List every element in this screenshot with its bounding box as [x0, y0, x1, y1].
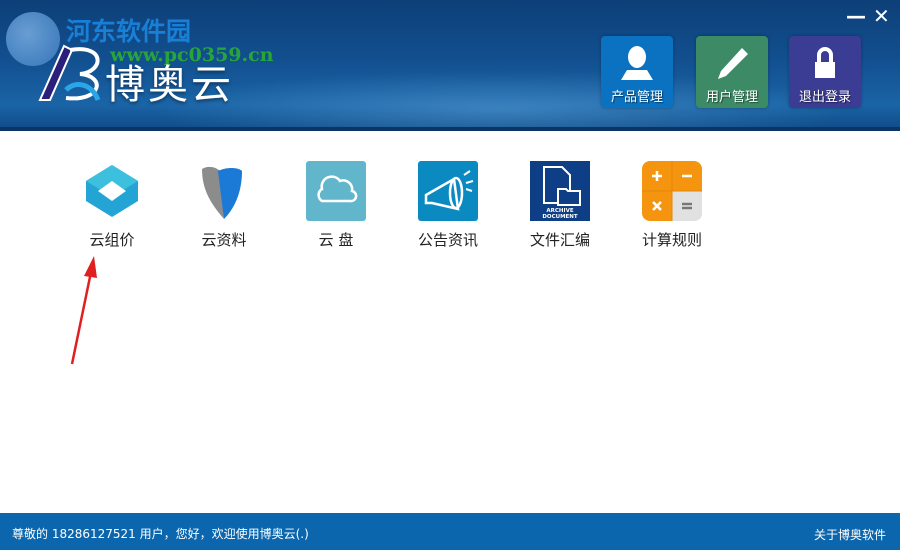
app-label: 文件汇编: [529, 231, 590, 249]
user-management-button[interactable]: 用户管理: [696, 36, 768, 108]
app-document-archive[interactable]: ARCHIVE DOCUMENT 文件汇编: [515, 161, 605, 250]
app-announcements[interactable]: 公告资讯: [403, 161, 493, 250]
archive-icon: ARCHIVE DOCUMENT: [530, 161, 590, 221]
watermark-text: 河东软件园: [66, 17, 192, 46]
app-title: 博奥云: [105, 62, 234, 108]
product-management-button[interactable]: 产品管理: [601, 36, 673, 108]
brand-logo-icon: [38, 44, 101, 102]
close-button[interactable]: ✕: [873, 6, 890, 26]
app-label: 公告资讯: [417, 231, 478, 249]
cloud-icon: [306, 161, 366, 221]
shield-icon: [202, 166, 242, 219]
app-cloud-materials[interactable]: 云资料: [179, 161, 269, 250]
app-cloud-pricing[interactable]: 云组价: [67, 161, 157, 250]
user-icon: [621, 46, 653, 80]
app-label: 计算规则: [641, 231, 702, 249]
megaphone-icon: [418, 161, 478, 221]
lock-icon: [815, 47, 835, 78]
welcome-message: 尊敬的 18286127521 用户，您好，欢迎使用博奥云(.): [12, 527, 309, 541]
archive-icon-text: DOCUMENT: [542, 214, 578, 220]
logout-label: 退出登录: [798, 90, 851, 105]
calculator-icon: [642, 161, 702, 221]
product-management-label: 产品管理: [610, 90, 663, 105]
user-management-label: 用户管理: [705, 90, 758, 105]
about-link[interactable]: 关于博奥软件: [814, 526, 886, 543]
app-cloud-drive[interactable]: 云 盘: [291, 161, 381, 250]
header-banner: 河东软件园 www.pc0359.cn 博奥云 — ✕ 产品管理 用户管理 退出…: [0, 0, 900, 131]
logout-button[interactable]: 退出登录: [789, 36, 861, 108]
cube-icon: [86, 165, 138, 217]
pencil-icon: [718, 48, 748, 79]
status-bar: 尊敬的 18286127521 用户，您好，欢迎使用博奥云(.) 关于博奥软件: [0, 513, 900, 550]
minimize-button[interactable]: —: [846, 6, 866, 26]
app-label: 云组价: [89, 231, 135, 249]
app-label: 云资料: [201, 231, 247, 249]
app-calculation-rules[interactable]: 计算规则: [627, 161, 717, 250]
app-label: 云 盘: [318, 231, 354, 249]
